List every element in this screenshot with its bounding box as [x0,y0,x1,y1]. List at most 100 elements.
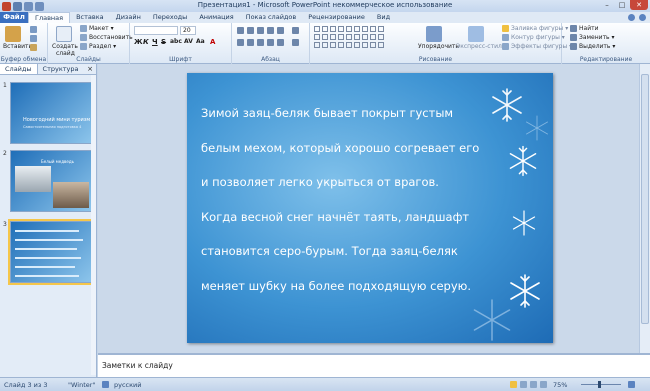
quick-styles-button[interactable]: Экспресс-стили [456,43,506,50]
font-name-field[interactable] [134,26,178,35]
decrease-indent-icon[interactable] [257,27,264,34]
editor-scrollbar[interactable] [639,64,650,353]
arrange-icon[interactable] [426,26,442,42]
shape-item[interactable] [346,34,352,40]
cut-icon[interactable] [30,26,37,33]
italic-button[interactable]: К [143,38,149,46]
shape-item[interactable] [354,34,360,40]
align-left-icon[interactable] [237,39,244,46]
strikethrough-button[interactable]: S [161,38,166,46]
shape-item[interactable] [370,34,376,40]
shape-item[interactable] [322,34,328,40]
maximize-button[interactable]: □ [615,0,629,10]
shape-item[interactable] [370,26,376,32]
shape-item[interactable] [354,26,360,32]
numbering-icon[interactable] [247,27,254,34]
zoom-slider[interactable] [581,384,621,385]
quick-styles-icon[interactable] [468,26,484,42]
text-direction-icon[interactable] [292,27,299,34]
language-indicator[interactable]: русский [114,381,142,389]
slide-body-text[interactable]: Зимой заяц-беляк бывает покрыт густым бе… [201,106,501,313]
tab-slideshow[interactable]: Показ слайдов [240,12,303,23]
shape-item[interactable] [346,26,352,32]
layout-button[interactable]: Макет ▾ [80,25,114,32]
shape-item[interactable] [378,34,384,40]
new-slide-icon[interactable] [56,26,72,42]
current-slide[interactable]: Зимой заяц-беляк бывает покрыт густым бе… [187,73,553,343]
close-panel-button[interactable]: × [87,64,96,74]
tab-design[interactable]: Дизайн [110,12,147,23]
shape-item[interactable] [338,34,344,40]
minimize-button[interactable]: – [600,0,614,10]
reading-view-icon[interactable] [530,381,537,388]
shape-item[interactable] [322,26,328,32]
normal-view-icon[interactable] [510,381,517,388]
shape-item[interactable] [314,26,320,32]
bullets-icon[interactable] [237,27,244,34]
arrange-button[interactable]: Упорядочить [418,43,459,50]
shape-item[interactable] [314,42,320,48]
copy-icon[interactable] [30,35,37,42]
slide-thumbnail-3[interactable] [8,219,96,285]
tab-outline[interactable]: Структура [38,64,84,74]
notes-pane[interactable]: Заметки к слайду [98,353,650,377]
shape-item[interactable] [338,26,344,32]
tab-home[interactable]: Главная [28,12,71,23]
zoom-level[interactable]: 75% [553,381,567,389]
align-center-icon[interactable] [247,39,254,46]
tab-animations[interactable]: Анимация [193,12,239,23]
increase-indent-icon[interactable] [267,27,274,34]
line-spacing-icon[interactable] [277,27,284,34]
slide-thumbnail-2[interactable]: Белый медведь [10,150,94,212]
slideshow-icon[interactable] [540,381,547,388]
replace-button[interactable]: Заменить ▾ [570,34,615,41]
font-size-field[interactable]: 20 [180,26,196,35]
tab-slides[interactable]: Слайды [0,64,38,74]
thumbnails-scrollbar[interactable] [91,75,96,375]
shape-item[interactable] [322,42,328,48]
shape-item[interactable] [362,34,368,40]
shape-item[interactable] [378,42,384,48]
select-button[interactable]: Выделить ▾ [570,43,615,50]
tab-insert[interactable]: Вставка [70,12,110,23]
format-painter-icon[interactable] [30,44,37,51]
shadow-button[interactable]: abc [170,38,182,45]
shapes-gallery[interactable] [314,26,385,49]
shape-item[interactable] [314,34,320,40]
tab-review[interactable]: Рецензирование [302,12,371,23]
scrollbar-thumb[interactable] [641,74,649,324]
tab-transitions[interactable]: Переходы [147,12,193,23]
align-right-icon[interactable] [257,39,264,46]
reset-button[interactable]: Восстановить [80,34,133,41]
shape-item[interactable] [330,26,336,32]
paste-button[interactable]: Вставить [3,43,32,50]
spacing-button[interactable]: AV [184,38,193,45]
section-button[interactable]: Раздел ▾ [80,43,116,50]
shape-item[interactable] [354,42,360,48]
underline-button[interactable]: Ч [152,38,158,46]
fit-to-window-icon[interactable] [628,381,635,388]
shape-item[interactable] [378,26,384,32]
change-case-button[interactable]: Aa [196,38,205,45]
shape-item[interactable] [362,26,368,32]
shape-item[interactable] [330,42,336,48]
tab-file[interactable]: Файл [0,12,28,23]
shape-fill-button[interactable]: Заливка фигуры ▾ [502,25,568,32]
slide-thumbnail-1[interactable]: Новогодний мини туризм Самостоятельная п… [10,82,94,144]
shape-item[interactable] [330,34,336,40]
spellcheck-icon[interactable] [102,381,109,388]
paste-icon[interactable] [5,26,21,42]
columns-icon[interactable] [277,39,284,46]
bold-button[interactable]: Ж [134,38,143,46]
help-icon[interactable] [639,14,646,21]
zoom-slider-knob[interactable] [598,381,601,388]
tab-view[interactable]: Вид [371,12,396,23]
shape-item[interactable] [370,42,376,48]
shape-outline-button[interactable]: Контур фигуры ▾ [502,34,565,41]
find-button[interactable]: Найти [570,25,598,32]
shape-item[interactable] [362,42,368,48]
font-color-button[interactable]: A [210,38,215,46]
shape-item[interactable] [346,42,352,48]
slide-sorter-icon[interactable] [520,381,527,388]
justify-icon[interactable] [267,39,274,46]
